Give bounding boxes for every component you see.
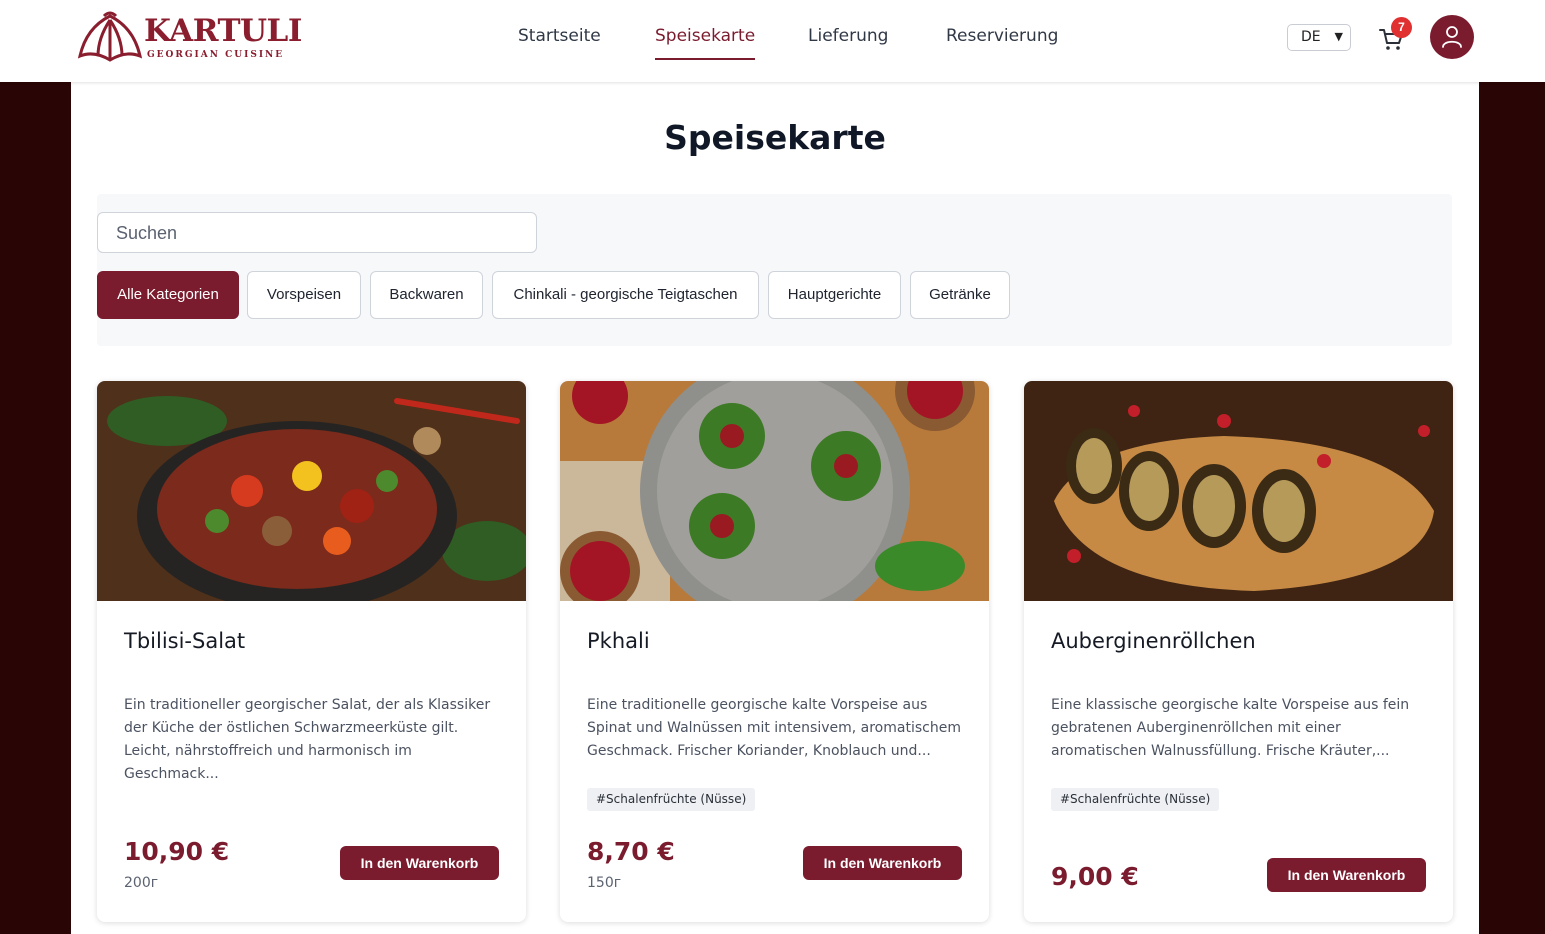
dish-card[interactable]: Auberginenröllchen Eine klassische georg… [1024, 381, 1453, 922]
dish-price: 10,90 € [124, 837, 230, 866]
dish-description: Eine traditionelle georgische kalte Vors… [587, 697, 961, 759]
dish-image-tbilisi-salat [97, 381, 526, 601]
dish-card[interactable]: Tbilisi-Salat Ein traditioneller georgis… [97, 381, 526, 922]
dish-image-auberginenroellchen [1024, 381, 1453, 601]
category-vorspeisen[interactable]: Vorspeisen [247, 271, 361, 319]
dish-price: 9,00 € [1051, 862, 1139, 891]
chevron-down-icon: ▼ [1334, 30, 1343, 43]
category-alle[interactable]: Alle Kategorien [97, 271, 239, 319]
add-to-cart-button[interactable]: In den Warenkorb [340, 846, 499, 880]
dish-card[interactable]: Pkhali Eine traditionelle georgische kal… [560, 381, 989, 922]
add-to-cart-button[interactable]: In den Warenkorb [1267, 858, 1426, 892]
page-title: Speisekarte [664, 118, 886, 157]
dish-name: Tbilisi-Salat [124, 629, 246, 653]
category-getraenke[interactable]: Getränke [910, 271, 1010, 319]
cart-count-badge: 7 [1391, 17, 1412, 38]
category-chinkali[interactable]: Chinkali - georgische Teigtaschen [492, 271, 759, 319]
dish-name: Pkhali [587, 629, 650, 653]
dish-image-pkhali [560, 381, 989, 601]
category-backwaren[interactable]: Backwaren [370, 271, 483, 319]
user-icon [1442, 26, 1462, 48]
nav-startseite[interactable]: Startseite [518, 26, 601, 60]
dish-name: Auberginenröllchen [1051, 629, 1256, 653]
language-value: DE [1301, 29, 1321, 45]
allergen-tag: #Schalenfrüchte (Nüsse) [1051, 788, 1220, 811]
nav-lieferung[interactable]: Lieferung [808, 26, 888, 60]
nav-reservierung[interactable]: Reservierung [946, 26, 1058, 60]
dish-weight: 200г [124, 875, 159, 891]
add-to-cart-button[interactable]: In den Warenkorb [803, 846, 962, 880]
site-header: KARTULI GEORGIAN CUISINE Startseite Spei… [0, 0, 1545, 82]
allergen-tag: #Schalenfrüchte (Nüsse) [587, 788, 756, 811]
nav-speisekarte[interactable]: Speisekarte [655, 26, 756, 60]
search-input[interactable]: Suchen [97, 212, 537, 253]
category-hauptgerichte[interactable]: Hauptgerichte [768, 271, 901, 319]
dish-price: 8,70 € [587, 837, 675, 866]
dish-description: Ein traditioneller georgischer Salat, de… [124, 697, 491, 782]
user-avatar-button[interactable] [1430, 15, 1474, 59]
dish-weight: 150г [587, 875, 622, 891]
filter-panel: Suchen Alle Kategorien Vorspeisen Backwa… [97, 194, 1452, 346]
language-select[interactable]: DE ▼ [1287, 24, 1351, 51]
menu-page: Speisekarte Suchen Alle Kategorien Vorsp… [71, 82, 1479, 934]
dish-description: Eine klassische georgische kalte Vorspei… [1051, 697, 1410, 759]
